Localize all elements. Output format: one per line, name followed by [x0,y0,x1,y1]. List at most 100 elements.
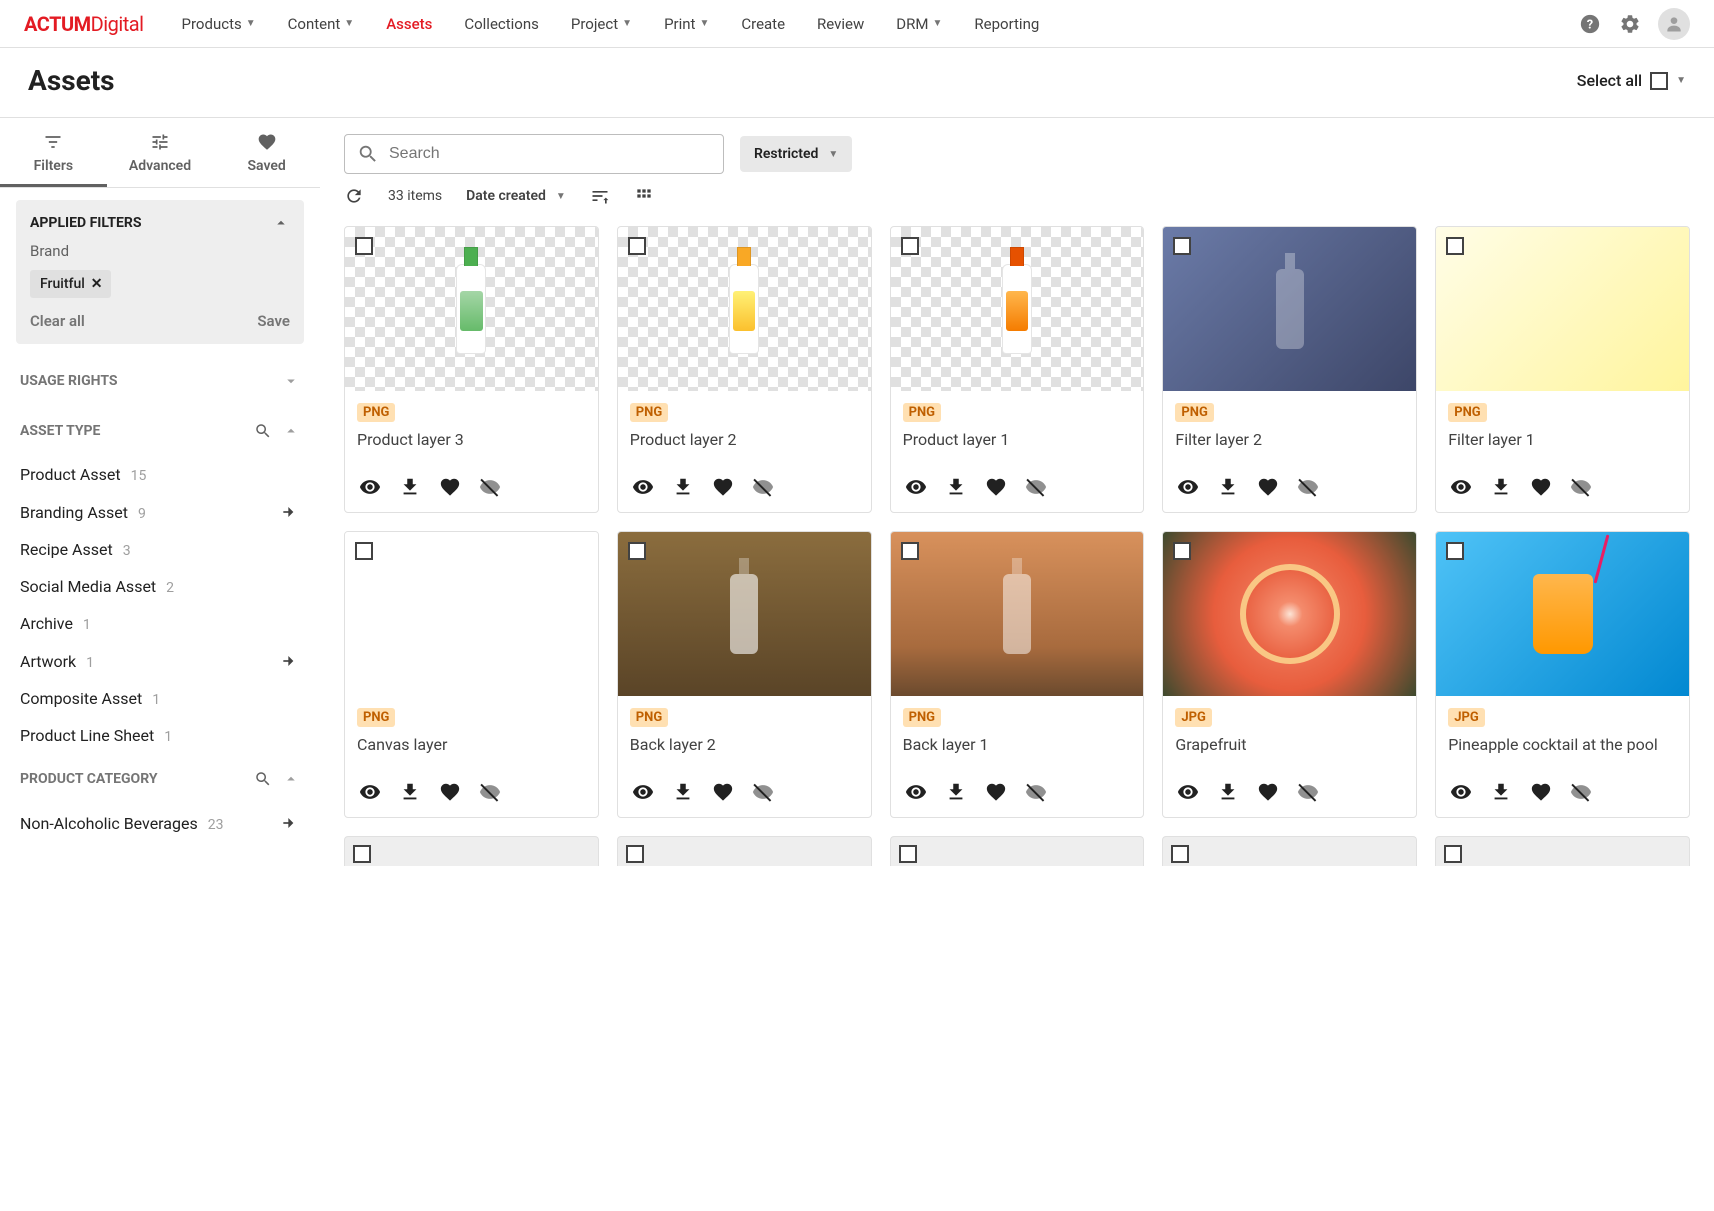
search-icon[interactable] [254,770,272,788]
download-icon[interactable] [399,476,421,498]
nav-create[interactable]: Create [727,3,799,45]
download-icon[interactable] [1217,781,1239,803]
user-avatar[interactable] [1658,8,1690,40]
sort-dropdown[interactable]: Date created ▼ [466,188,566,204]
nav-print[interactable]: Print▼ [650,3,723,45]
card-checkbox[interactable] [355,237,373,255]
grid-view-icon[interactable] [634,186,654,206]
card-checkbox[interactable] [355,542,373,560]
card-checkbox[interactable] [901,542,919,560]
preview-icon[interactable] [1450,476,1472,498]
card-checkbox[interactable] [1173,542,1191,560]
favorite-icon[interactable] [1530,781,1552,803]
card-checkbox[interactable] [1171,845,1189,863]
card-checkbox[interactable] [626,845,644,863]
section-asset-type[interactable]: ASSET TYPE [0,406,320,456]
asset-card[interactable]: PNG Filter layer 1 [1435,226,1690,513]
download-icon[interactable] [945,476,967,498]
asset-type-item[interactable]: Archive1 [20,605,300,642]
asset-card-stub[interactable] [1435,836,1690,866]
search-icon[interactable] [254,422,272,440]
favorite-icon[interactable] [985,476,1007,498]
favorite-icon[interactable] [712,781,734,803]
nav-content[interactable]: Content▼ [274,3,369,45]
hide-icon[interactable] [1297,781,1319,803]
tab-advanced[interactable]: Advanced [107,118,214,187]
card-checkbox[interactable] [901,237,919,255]
chip-remove-icon[interactable]: ✕ [91,276,103,292]
asset-type-item[interactable]: Branding Asset9 [20,493,300,531]
card-checkbox[interactable] [1446,542,1464,560]
asset-type-item[interactable]: Product Line Sheet1 [20,717,300,754]
tab-filters[interactable]: Filters [0,118,107,187]
hide-icon[interactable] [1025,476,1047,498]
download-icon[interactable] [672,476,694,498]
help-icon[interactable]: ? [1578,12,1602,36]
nav-project[interactable]: Project▼ [557,3,646,45]
nav-drm[interactable]: DRM▼ [882,3,956,45]
asset-card[interactable]: PNG Back layer 1 [890,531,1145,818]
asset-type-item[interactable]: Product Asset15 [20,456,300,493]
sort-direction-icon[interactable] [590,186,610,206]
favorite-icon[interactable] [439,476,461,498]
save-filters-button[interactable]: Save [257,312,290,330]
hide-icon[interactable] [1025,781,1047,803]
asset-card[interactable]: PNG Canvas layer [344,531,599,818]
select-all-control[interactable]: Select all ▼ [1577,71,1686,90]
preview-icon[interactable] [359,781,381,803]
download-icon[interactable] [1217,476,1239,498]
tab-saved[interactable]: Saved [213,118,320,187]
asset-type-item[interactable]: Social Media Asset2 [20,568,300,605]
preview-icon[interactable] [359,476,381,498]
favorite-icon[interactable] [1257,781,1279,803]
card-checkbox[interactable] [1446,237,1464,255]
brand-logo[interactable]: ACTUMDigital [24,12,144,36]
asset-card[interactable]: PNG Back layer 2 [617,531,872,818]
hide-icon[interactable] [752,476,774,498]
preview-icon[interactable] [1177,476,1199,498]
asset-card-stub[interactable] [1162,836,1417,866]
download-icon[interactable] [945,781,967,803]
asset-type-item[interactable]: Composite Asset1 [20,680,300,717]
refresh-icon[interactable] [344,186,364,206]
nav-products[interactable]: Products▼ [168,3,270,45]
asset-card[interactable]: PNG Product layer 1 [890,226,1145,513]
card-checkbox[interactable] [628,542,646,560]
product-category-item[interactable]: Non-Alcoholic Beverages23 [20,804,300,842]
preview-icon[interactable] [632,781,654,803]
hide-icon[interactable] [752,781,774,803]
card-checkbox[interactable] [353,845,371,863]
hide-icon[interactable] [1570,781,1592,803]
asset-card[interactable]: PNG Filter layer 2 [1162,226,1417,513]
download-icon[interactable] [1490,781,1512,803]
favorite-icon[interactable] [712,476,734,498]
search-box[interactable] [344,134,724,174]
download-icon[interactable] [399,781,421,803]
restricted-dropdown[interactable]: Restricted ▼ [740,136,852,172]
hide-icon[interactable] [479,476,501,498]
asset-card[interactable]: PNG Product layer 3 [344,226,599,513]
favorite-icon[interactable] [1530,476,1552,498]
section-product-category[interactable]: PRODUCT CATEGORY [0,754,320,804]
card-checkbox[interactable] [628,237,646,255]
hide-icon[interactable] [479,781,501,803]
nav-assets[interactable]: Assets [372,3,446,45]
asset-type-item[interactable]: Recipe Asset3 [20,531,300,568]
favorite-icon[interactable] [439,781,461,803]
asset-card-stub[interactable] [617,836,872,866]
select-all-checkbox[interactable] [1650,72,1668,90]
download-icon[interactable] [672,781,694,803]
asset-card-stub[interactable] [344,836,599,866]
asset-card-stub[interactable] [890,836,1145,866]
preview-icon[interactable] [905,476,927,498]
asset-card[interactable]: JPG Grapefruit [1162,531,1417,818]
applied-filters-header[interactable]: APPLIED FILTERS [30,214,290,232]
search-input[interactable] [389,145,711,163]
card-checkbox[interactable] [1444,845,1462,863]
settings-icon[interactable] [1618,12,1642,36]
clear-all-button[interactable]: Clear all [30,312,85,330]
card-checkbox[interactable] [899,845,917,863]
favorite-icon[interactable] [1257,476,1279,498]
nav-reporting[interactable]: Reporting [960,3,1053,45]
asset-card[interactable]: PNG Product layer 2 [617,226,872,513]
